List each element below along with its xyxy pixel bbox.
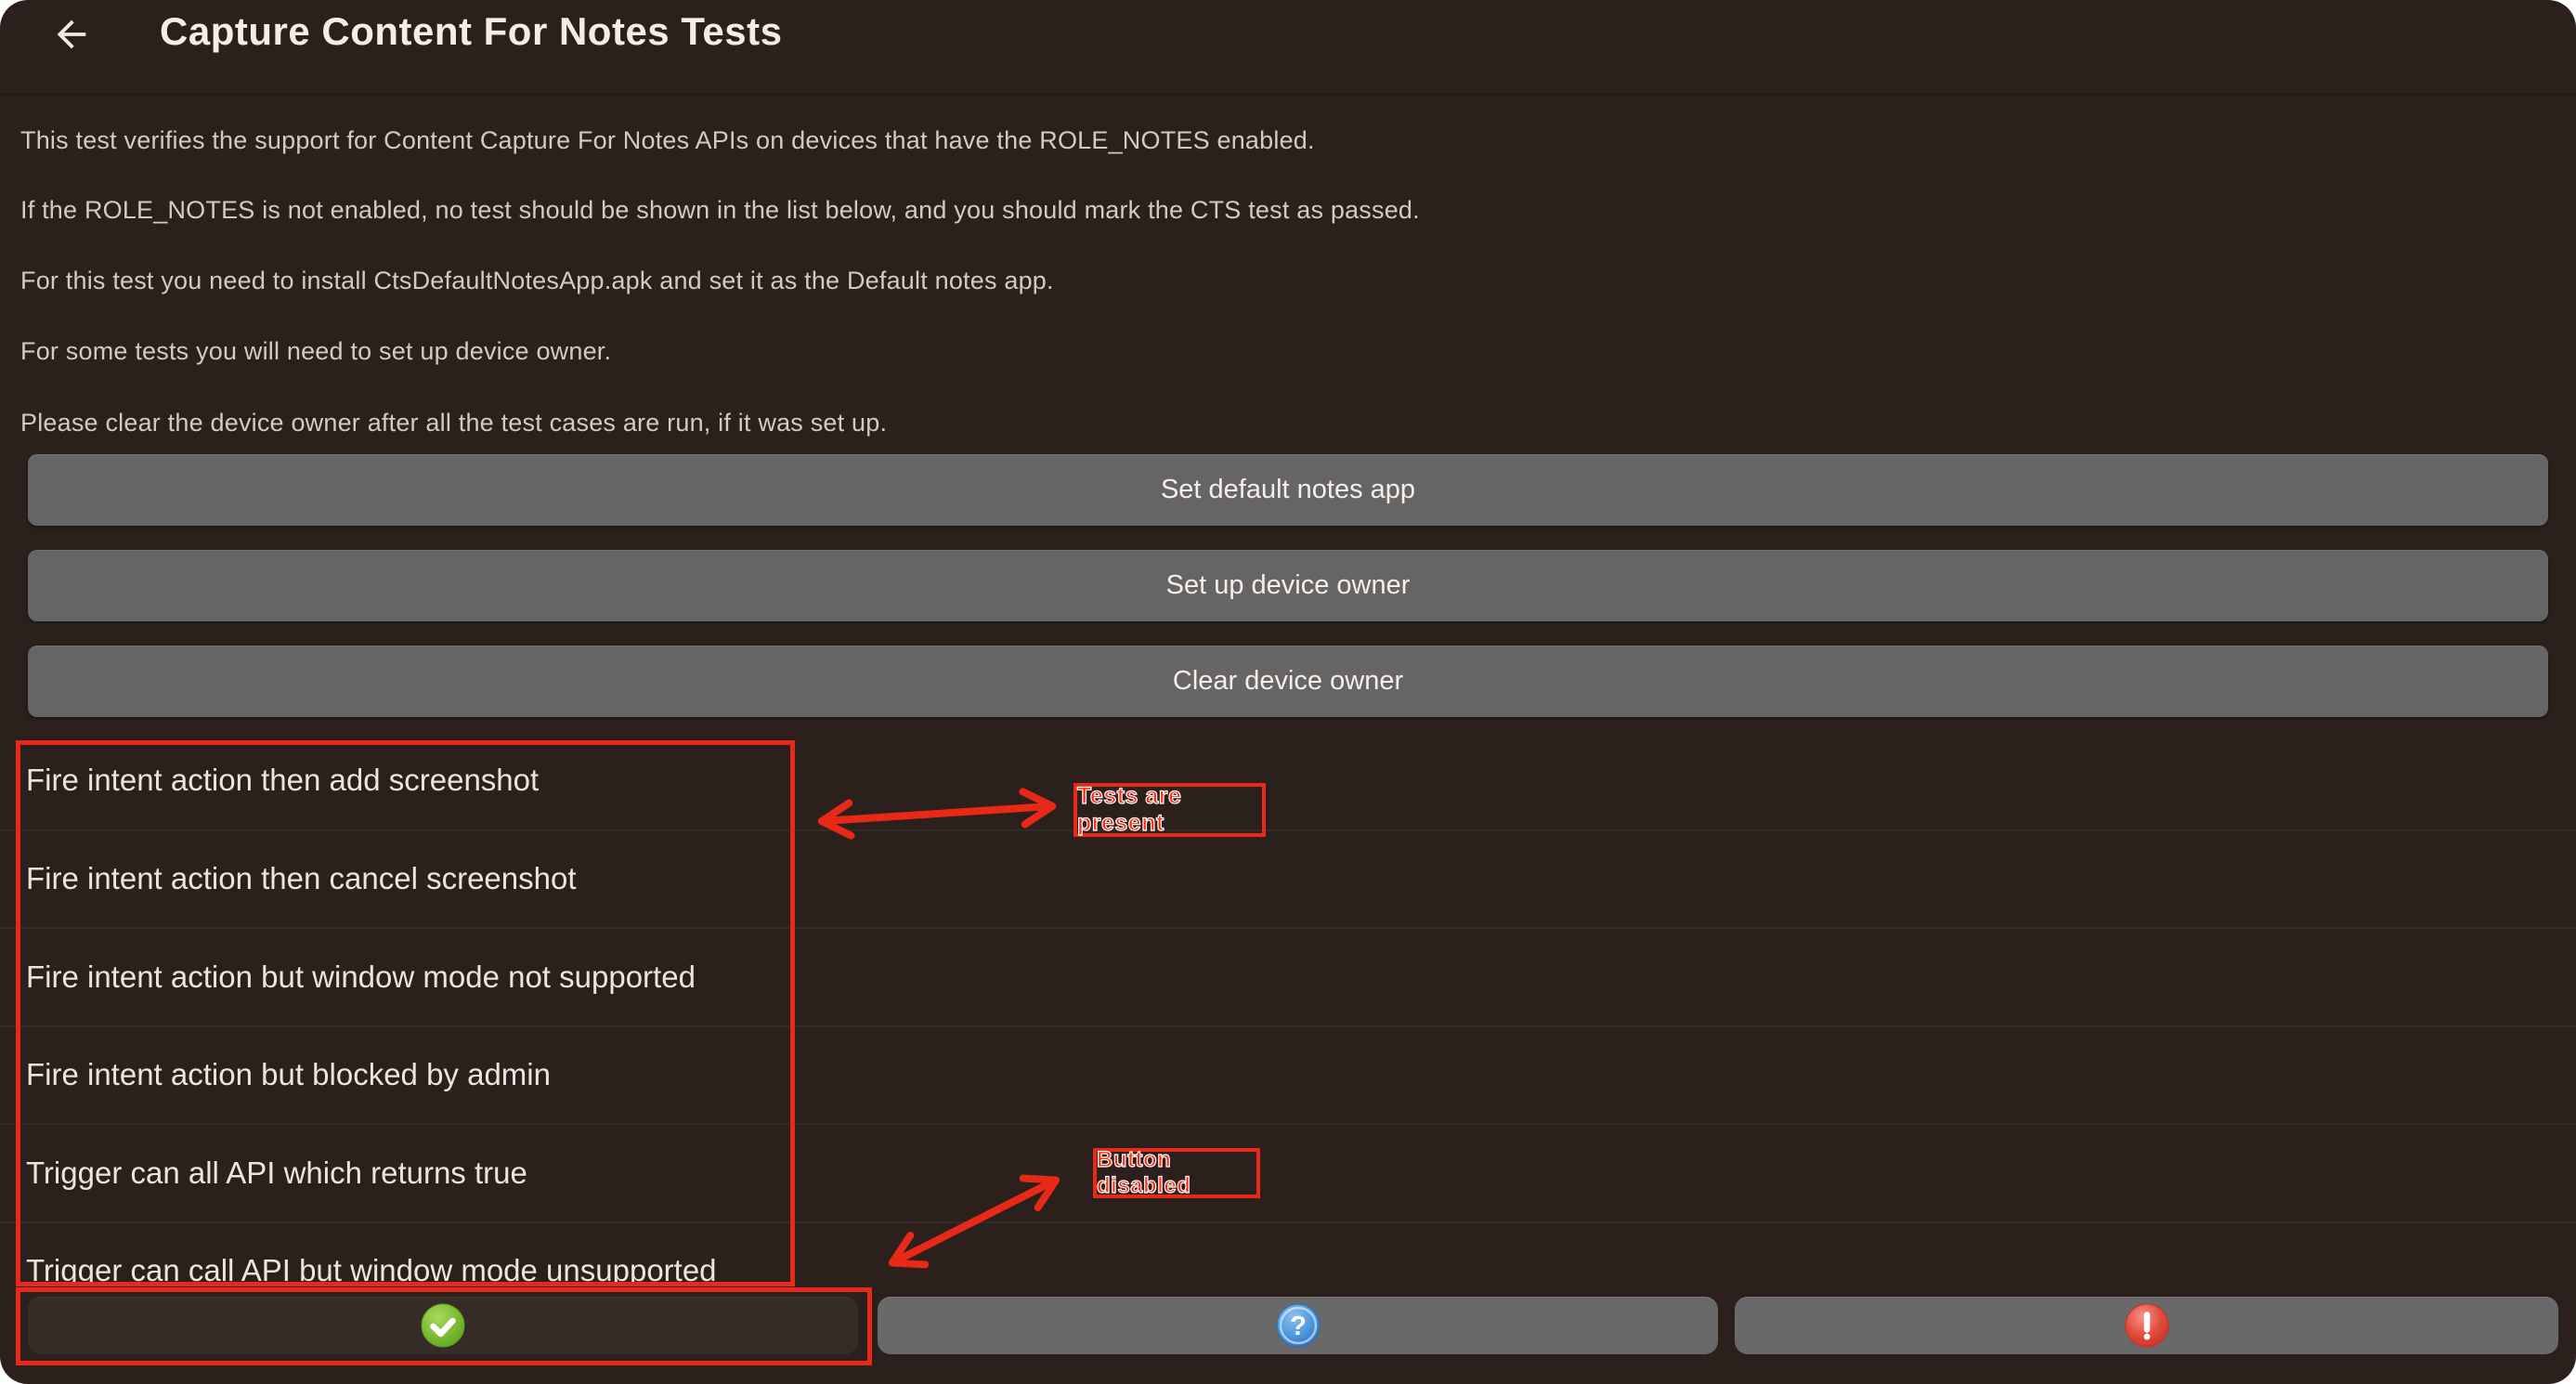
- instruction-text: This test verifies the support for Conte…: [20, 126, 1315, 155]
- button-disabled-annotation: Button disabled: [1093, 1148, 1260, 1198]
- test-list-item[interactable]: Trigger can call API but window mode uns…: [0, 1221, 2576, 1286]
- exclamation-circle-icon: [2125, 1303, 2169, 1348]
- check-circle-icon: [421, 1303, 465, 1348]
- app-screen: Capture Content For Notes Tests This tes…: [0, 0, 2576, 1384]
- instruction-text: If the ROLE_NOTES is not enabled, no tes…: [20, 196, 1420, 225]
- test-list: Fire intent action then add screenshot F…: [0, 731, 2576, 1286]
- info-button[interactable]: ?: [878, 1297, 1718, 1354]
- instruction-text: For this test you need to install CtsDef…: [20, 267, 1054, 295]
- test-list-item[interactable]: Trigger can all API which returns true: [0, 1123, 2576, 1221]
- fail-button[interactable]: [1735, 1297, 2558, 1354]
- back-button[interactable]: [48, 11, 95, 58]
- instruction-text: For some tests you will need to set up d…: [20, 337, 611, 366]
- appbar-divider: [0, 93, 2576, 96]
- question-circle-icon: ?: [1276, 1303, 1321, 1348]
- svg-text:?: ?: [1290, 1312, 1307, 1341]
- test-list-item[interactable]: Fire intent action then cancel screensho…: [0, 829, 2576, 928]
- test-list-item[interactable]: Fire intent action then add screenshot: [0, 731, 2576, 829]
- instruction-text: Please clear the device owner after all …: [20, 409, 887, 437]
- clear-device-owner-button[interactable]: Clear device owner: [28, 646, 2548, 717]
- test-list-item[interactable]: Fire intent action but window mode not s…: [0, 927, 2576, 1025]
- pass-button[interactable]: [28, 1297, 858, 1354]
- set-default-notes-app-button[interactable]: Set default notes app: [28, 454, 2548, 526]
- page-title: Capture Content For Notes Tests: [160, 9, 782, 54]
- set-up-device-owner-button[interactable]: Set up device owner: [28, 550, 2548, 621]
- test-list-item[interactable]: Fire intent action but blocked by admin: [0, 1025, 2576, 1124]
- tests-present-annotation: Tests are present: [1073, 783, 1266, 837]
- arrow-left-icon: [50, 13, 93, 56]
